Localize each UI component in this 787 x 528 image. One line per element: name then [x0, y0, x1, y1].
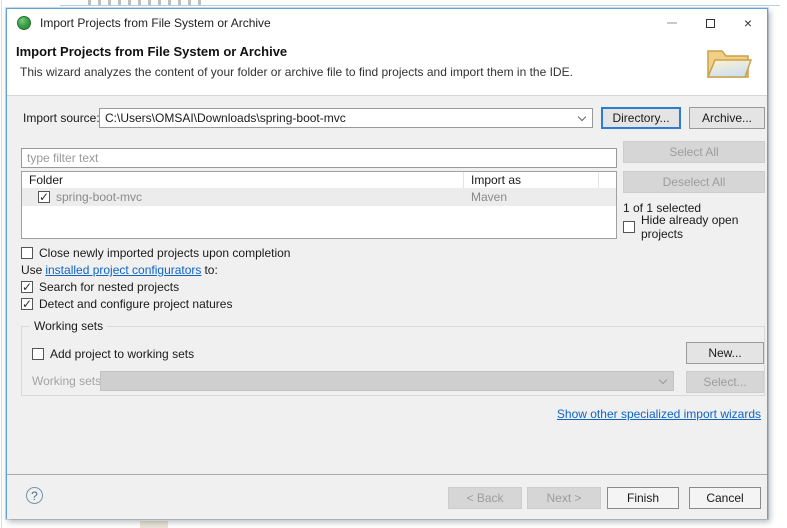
column-header-folder[interactable]: Folder	[22, 172, 464, 189]
add-to-working-sets-checkbox[interactable]	[32, 348, 44, 360]
add-to-working-sets-label: Add project to working sets	[50, 347, 195, 361]
working-sets-group: Working sets Add project to working sets…	[21, 319, 765, 396]
wizard-description: This wizard analyzes the content of your…	[20, 65, 573, 79]
back-button[interactable]: < Back	[448, 487, 522, 509]
installed-configurators-link[interactable]: installed project configurators	[45, 263, 201, 277]
working-sets-group-title: Working sets	[30, 319, 108, 333]
background-menu-fragment	[88, 0, 208, 5]
wizard-title: Import Projects from File System or Arch…	[16, 44, 288, 59]
working-sets-field-label: Working sets:	[32, 374, 105, 388]
add-to-working-sets-option[interactable]: Add project to working sets	[32, 347, 194, 361]
chevron-down-icon	[577, 112, 587, 122]
show-other-wizards-link[interactable]: Show other specialized import wizards	[557, 407, 761, 421]
chevron-down-icon	[658, 375, 668, 385]
maximize-button[interactable]	[691, 9, 729, 37]
open-folder-icon	[706, 50, 753, 78]
close-imported-option[interactable]: Close newly imported projects upon compl…	[21, 246, 290, 260]
dialog-titlebar[interactable]: Import Projects from File System or Arch…	[7, 9, 767, 37]
finish-button[interactable]: Finish	[607, 487, 679, 509]
background-window-edge	[60, 5, 780, 6]
close-imported-label: Close newly imported projects upon compl…	[39, 246, 291, 260]
project-import-as: Maven	[471, 190, 508, 204]
import-projects-dialog: Import Projects from File System or Arch…	[6, 8, 768, 519]
directory-button[interactable]: Directory...	[601, 107, 681, 129]
column-header-import-as[interactable]: Import as	[464, 172, 599, 189]
minimize-icon	[667, 22, 677, 24]
header-separator	[7, 95, 767, 96]
select-working-set-button[interactable]: Select...	[686, 371, 764, 393]
detect-natures-label: Detect and configure project natures	[39, 297, 233, 311]
cancel-button[interactable]: Cancel	[689, 487, 761, 509]
detect-natures-option[interactable]: Detect and configure project natures	[21, 297, 232, 311]
projects-table: Folder Import as spring-boot-mvc Maven	[21, 171, 617, 239]
use-prefix-text: Use	[21, 263, 43, 277]
configurators-line: Use installed project configurators to:	[21, 263, 218, 277]
table-row[interactable]: spring-boot-mvc Maven	[22, 189, 616, 206]
minimize-button[interactable]	[653, 9, 691, 37]
select-all-button[interactable]: Select All	[623, 141, 765, 163]
import-source-label: Import source:	[23, 111, 100, 125]
search-nested-option[interactable]: Search for nested projects	[21, 280, 179, 294]
close-button[interactable]: ×	[729, 9, 767, 37]
background-window-bottom-fragment	[140, 521, 168, 528]
project-folder-name: spring-boot-mvc	[56, 190, 143, 204]
table-header: Folder Import as	[22, 172, 616, 189]
wizard-header: Import Projects from File System or Arch…	[7, 37, 767, 95]
deselect-all-button[interactable]: Deselect All	[623, 171, 765, 193]
filter-input[interactable]	[21, 148, 617, 168]
detect-natures-checkbox[interactable]	[21, 297, 33, 311]
dialog-title: Import Projects from File System or Arch…	[40, 16, 271, 30]
search-nested-checkbox[interactable]	[21, 280, 33, 294]
footer-bar: ? < Back Next > Finish Cancel	[7, 475, 767, 519]
hide-open-projects-checkbox[interactable]	[623, 221, 635, 233]
search-nested-label: Search for nested projects	[39, 280, 180, 294]
new-working-set-button[interactable]: New...	[686, 342, 764, 364]
hide-open-projects-label: Hide already open projects	[641, 213, 739, 241]
close-icon: ×	[743, 15, 753, 31]
hide-open-projects-option[interactable]: Hide already open projects	[623, 213, 767, 241]
window-controls: ×	[653, 9, 767, 37]
eclipse-icon	[17, 16, 31, 30]
help-icon[interactable]: ?	[26, 487, 43, 504]
use-suffix-text: to:	[204, 263, 218, 277]
next-button[interactable]: Next >	[527, 487, 601, 509]
background-window-left-edge	[1, 0, 2, 528]
close-imported-checkbox[interactable]	[21, 247, 33, 259]
maximize-icon	[705, 18, 715, 28]
import-source-value: C:\Users\OMSAI\Downloads\spring-boot-mvc	[105, 111, 346, 125]
import-source-combobox[interactable]: C:\Users\OMSAI\Downloads\spring-boot-mvc	[99, 108, 593, 128]
archive-button[interactable]: Archive...	[689, 107, 765, 129]
project-row-checkbox[interactable]	[38, 190, 50, 204]
working-sets-combobox[interactable]	[100, 371, 674, 391]
